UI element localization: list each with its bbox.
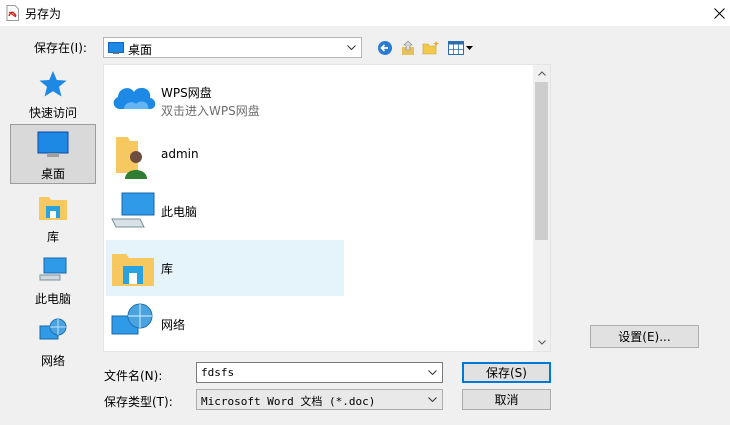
computer-icon (37, 254, 69, 286)
place-label: 桌面 (40, 167, 65, 181)
file-list[interactable]: WPS网盘 双击进入WPS网盘 admin 此电脑 库 网络 (103, 64, 551, 352)
pdf-app-icon (6, 5, 19, 21)
list-item-network[interactable]: 网络 (106, 296, 344, 352)
list-item-admin[interactable]: admin (106, 127, 344, 183)
view-menu-button[interactable] (446, 38, 474, 58)
chevron-down-icon[interactable] (424, 392, 440, 407)
star-icon (37, 68, 69, 100)
chevron-down-icon[interactable] (424, 365, 440, 380)
close-icon (713, 7, 725, 19)
item-name: 网络 (161, 318, 186, 332)
save-in-dropdown[interactable]: 桌面 (103, 37, 362, 58)
file-type-label: 保存类型(T): (104, 395, 173, 409)
place-label: 网络 (40, 354, 65, 368)
computer-icon (110, 189, 155, 233)
file-name-input[interactable]: fdsfs (196, 362, 443, 383)
place-network[interactable]: 网络 (10, 312, 96, 372)
item-name: 此电脑 (161, 205, 198, 219)
dropdown-triangle-icon (465, 46, 473, 50)
network-globe-icon (37, 316, 69, 348)
back-button[interactable] (375, 38, 395, 58)
window-title: 另存为 (25, 7, 62, 21)
place-label: 库 (46, 230, 59, 244)
back-arrow-icon (378, 41, 392, 55)
place-label: 快速访问 (28, 106, 77, 120)
up-folder-button[interactable] (398, 38, 418, 58)
place-desktop[interactable]: 桌面 (10, 124, 96, 184)
place-this-pc[interactable]: 此电脑 (10, 250, 96, 310)
cloud-icon (110, 75, 156, 119)
file-name-label: 文件名(N): (104, 369, 163, 383)
save-in-value: 桌面 (128, 43, 153, 57)
network-globe-icon (110, 302, 154, 346)
item-name: admin (161, 147, 199, 161)
file-type-value: Microsoft Word 文档 (*.doc) (201, 395, 376, 408)
library-folder-icon (110, 246, 154, 290)
save-button[interactable]: 保存(S) (462, 362, 551, 383)
chevron-up-icon (537, 71, 546, 76)
close-button[interactable] (708, 2, 730, 24)
place-quick-access[interactable]: 快速访问 (10, 64, 96, 124)
cancel-button[interactable]: 取消 (462, 389, 551, 410)
title-bar (0, 0, 730, 26)
chevron-down-icon (537, 340, 546, 345)
scroll-down-button[interactable] (533, 334, 550, 351)
list-item-wps-cloud[interactable]: WPS网盘 双击进入WPS网盘 (106, 69, 344, 125)
new-folder-button[interactable] (421, 38, 441, 58)
vertical-scrollbar[interactable] (533, 65, 550, 351)
library-folder-icon (37, 192, 69, 224)
scroll-up-button[interactable] (533, 65, 550, 82)
list-item-library[interactable]: 库 (106, 240, 344, 296)
place-label: 此电脑 (34, 292, 71, 306)
place-library[interactable]: 库 (10, 188, 96, 248)
settings-button[interactable]: 设置(E)... (590, 325, 699, 348)
item-name: WPS网盘 (161, 86, 212, 100)
file-name-value[interactable]: fdsfs (201, 366, 234, 379)
item-name: 库 (161, 262, 174, 276)
desktop-icon (37, 129, 69, 161)
view-grid-icon (447, 41, 464, 55)
list-item-this-pc[interactable]: 此电脑 (106, 183, 344, 239)
new-folder-icon (422, 41, 439, 55)
scroll-thumb[interactable] (535, 82, 548, 240)
item-subtitle: 双击进入WPS网盘 (161, 104, 260, 118)
chevron-down-icon[interactable] (343, 40, 359, 55)
desktop-icon (108, 42, 124, 54)
save-in-label: 保存在(I): (34, 41, 87, 55)
up-folder-icon (402, 40, 414, 55)
file-type-dropdown[interactable]: Microsoft Word 文档 (*.doc) (196, 389, 443, 410)
user-folder-icon (110, 133, 154, 179)
